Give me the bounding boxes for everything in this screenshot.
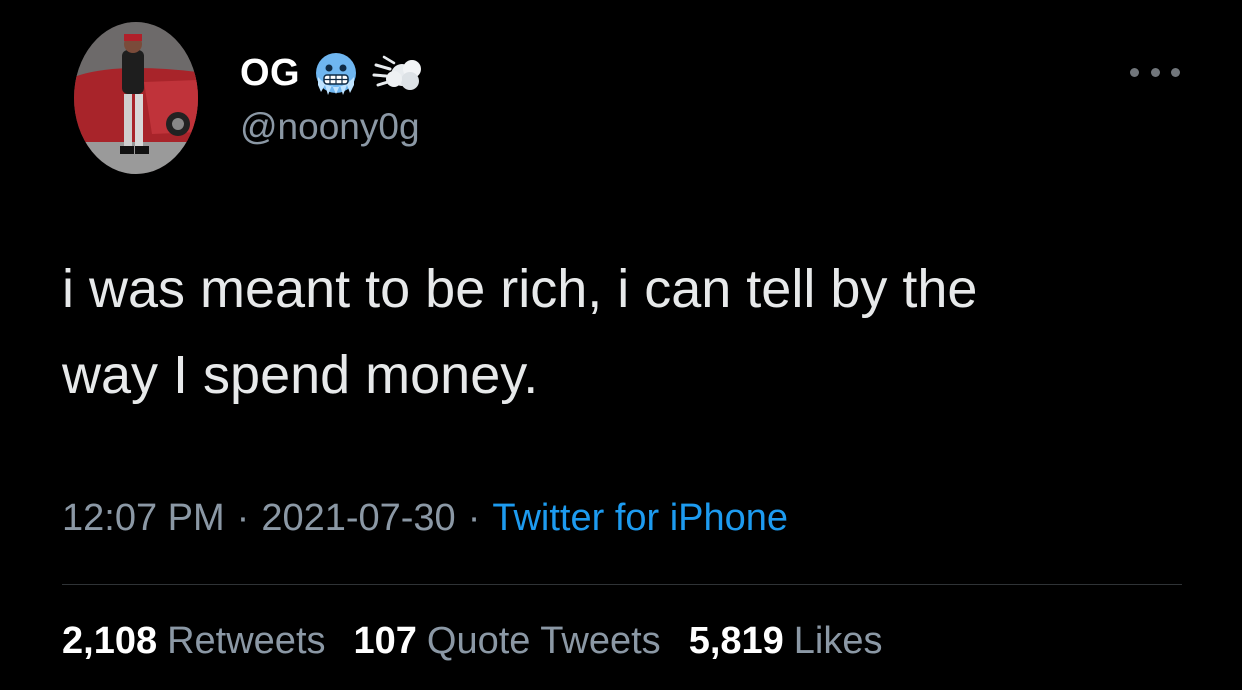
dashing-away-emoji-icon [372, 47, 424, 99]
quote-tweets-stat[interactable]: 107 Quote Tweets [354, 620, 661, 663]
tweet-date[interactable]: 2021-07-30 [261, 497, 455, 539]
retweets-label: Retweets [167, 620, 326, 662]
display-name[interactable]: OG [240, 52, 300, 95]
tweet-text-line: i was meant to be rich, i can tell by th… [62, 259, 978, 319]
more-options-icon[interactable] [1130, 60, 1180, 84]
likes-stat[interactable]: 5,819 Likes [689, 620, 883, 663]
cold-face-emoji-icon [310, 47, 362, 99]
tweet-text: i was meant to be rich, i can tell by th… [62, 246, 1172, 418]
tweet-source-link[interactable]: Twitter for iPhone [492, 497, 788, 539]
author-handle[interactable]: @noony0g [240, 106, 420, 148]
quote-tweets-count: 107 [353, 620, 417, 662]
meta-separator: · [467, 497, 481, 539]
likes-label: Likes [793, 620, 883, 662]
more-dot [1130, 67, 1139, 77]
likes-count: 5,819 [688, 620, 784, 662]
divider [62, 584, 1182, 585]
tweet-stats: 2,108 Retweets 107 Quote Tweets 5,819 Likes [62, 620, 883, 663]
tweet-time[interactable]: 12:07 PM [62, 497, 225, 539]
more-dot [1171, 67, 1180, 77]
author-name-row[interactable]: OG [240, 48, 424, 98]
retweets-stat[interactable]: 2,108 Retweets [62, 620, 326, 663]
more-dot [1150, 67, 1160, 77]
retweets-count: 2,108 [62, 620, 158, 662]
tweet-text-line: way I spend money. [62, 345, 539, 405]
meta-separator: · [236, 497, 250, 539]
quote-tweets-label: Quote Tweets [426, 620, 661, 662]
tweet-meta: 12:07 PM · 2021-07-30 · Twitter for iPhone [62, 497, 788, 540]
avatar-photo-icon [74, 22, 198, 174]
avatar[interactable] [74, 22, 198, 174]
